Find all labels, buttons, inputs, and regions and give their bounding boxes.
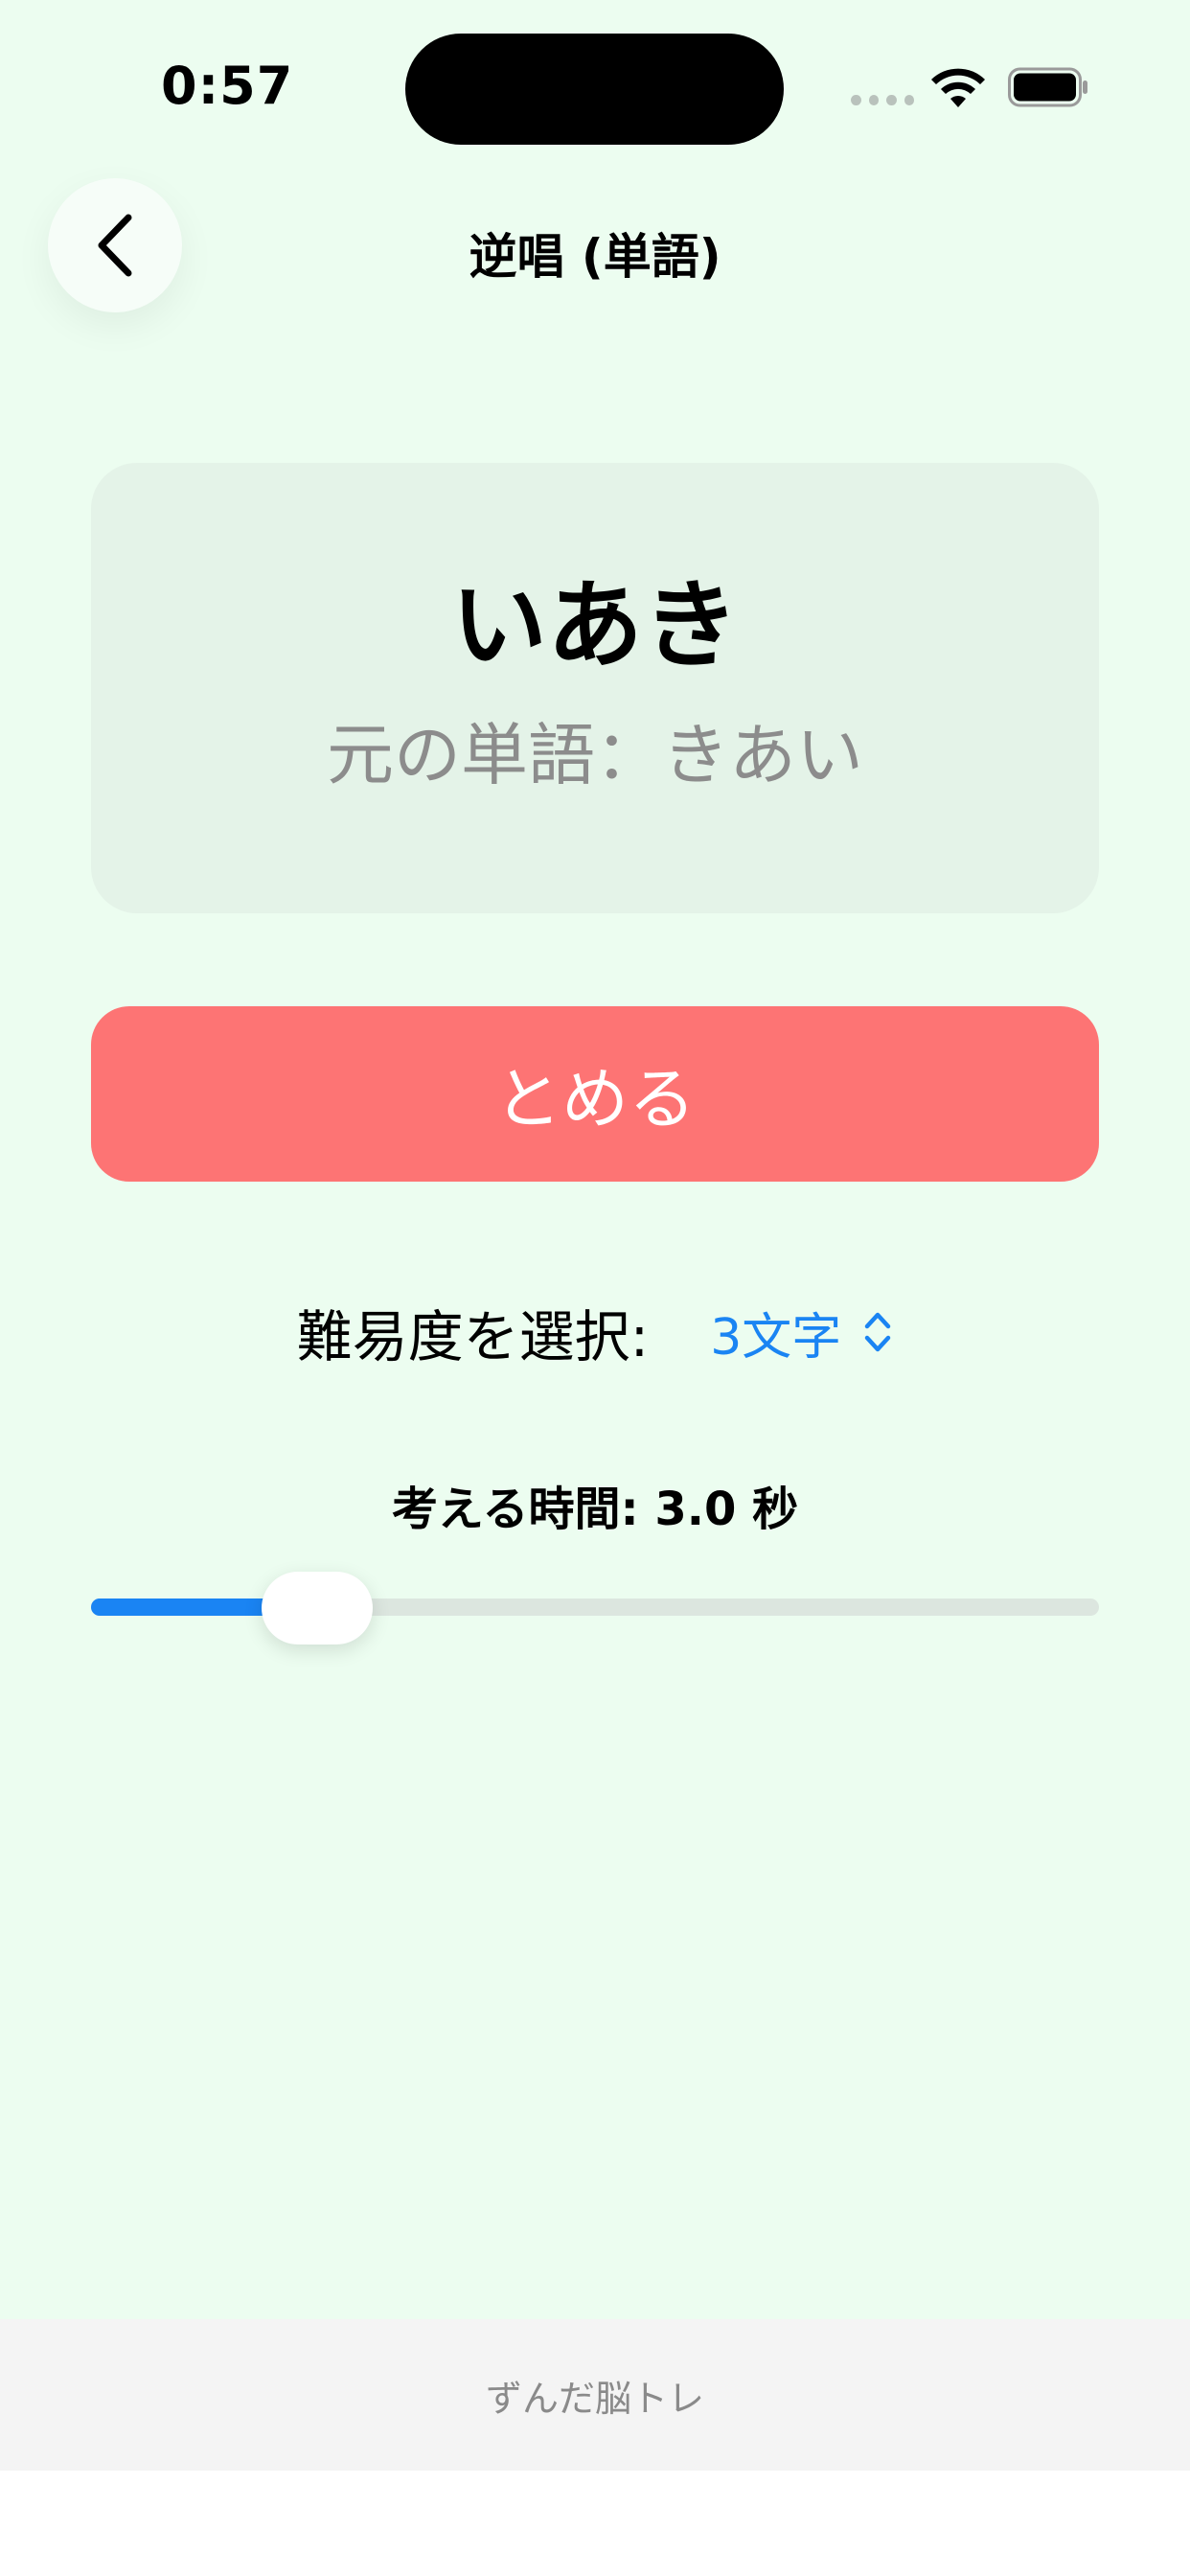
original-word: 元の単語：きあい	[327, 716, 863, 794]
word-card: いあき 元の単語：きあい	[91, 463, 1099, 913]
difficulty-picker[interactable]: 3文字	[710, 1297, 893, 1368]
time-slider-thumb[interactable]	[261, 1572, 373, 1644]
difficulty-row: 難易度を選択: 3文字	[0, 1292, 1190, 1372]
stop-button[interactable]: とめる	[91, 1006, 1099, 1182]
dynamic-island	[405, 34, 784, 145]
footer-app-name: ずんだ脳トレ	[485, 2377, 704, 2420]
wifi-icon	[931, 68, 985, 107]
difficulty-label: 難易度を選択:	[296, 1304, 650, 1369]
reversed-word: いあき	[451, 569, 739, 681]
page-title: 逆唱 (単語)	[469, 229, 721, 285]
footer-bar: ずんだ脳トレ	[0, 2319, 1190, 2471]
app-screen: 0:57 逆唱 (単語) いあき 元の単語：きあい とめる 難易度を選択: 3文…	[0, 0, 1190, 2471]
difficulty-selected-value: 3文字	[710, 1308, 842, 1367]
status-time: 0:57	[161, 56, 294, 116]
think-time-label: 考える時間: 3.0 秒	[391, 1483, 799, 1536]
cellular-signal-icon	[851, 95, 914, 108]
chevron-up-down-icon	[865, 1312, 891, 1352]
battery-icon	[1008, 67, 1087, 107]
